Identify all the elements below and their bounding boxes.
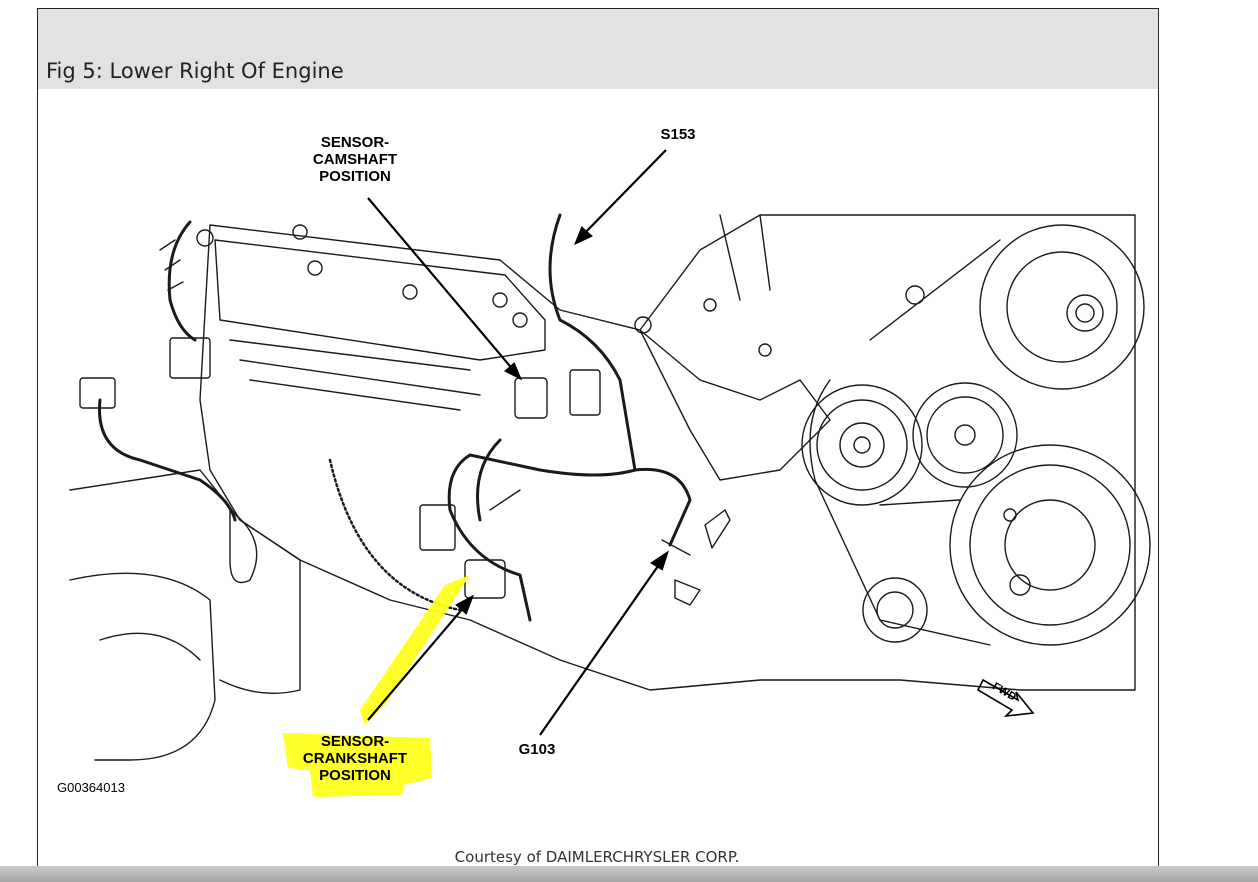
engine-block-outline bbox=[199, 214, 1136, 691]
label-g103: G103 bbox=[518, 741, 556, 758]
leader-crankshaft bbox=[367, 599, 471, 721]
leader-highlight bbox=[360, 575, 470, 725]
window-bottom-bar bbox=[0, 866, 1258, 882]
figure-id: G00364013 bbox=[57, 780, 125, 795]
bracket-connector bbox=[569, 369, 601, 416]
accessory-bracket bbox=[639, 329, 831, 481]
cover-bolts bbox=[196, 224, 925, 357]
flywheel-arc bbox=[328, 458, 462, 612]
tensioner-pulley bbox=[912, 382, 1018, 488]
arrowhead-camshaft bbox=[504, 362, 523, 381]
upper-radiator-pipe bbox=[719, 214, 771, 301]
cam-sensor-connector bbox=[514, 377, 548, 419]
idler-pulley bbox=[801, 384, 923, 506]
left-connector bbox=[79, 377, 116, 409]
courtesy-line: Courtesy of DAIMLERCHRYSLER CORP. bbox=[454, 848, 740, 866]
arrowhead-g103 bbox=[649, 550, 669, 571]
leader-s153 bbox=[577, 149, 667, 241]
water-pump-pulley bbox=[949, 444, 1151, 646]
label-crankshaft-sensor: SENSOR- CRANKSHAFT POSITION bbox=[302, 733, 408, 784]
sensor-stud bbox=[489, 489, 731, 549]
crank-pulley bbox=[979, 224, 1145, 390]
lower-hose bbox=[69, 572, 216, 761]
label-s153: S153 bbox=[660, 126, 696, 143]
label-camshaft-sensor: SENSOR- CAMSHAFT POSITION bbox=[312, 134, 398, 185]
harness-branch bbox=[476, 438, 692, 547]
upper-left-connector bbox=[169, 337, 211, 379]
leader-camshaft bbox=[367, 197, 521, 379]
thermostat-housing bbox=[862, 577, 928, 643]
manifold-lines bbox=[229, 339, 481, 411]
leader-g103 bbox=[539, 555, 666, 736]
valve-cover-edge bbox=[214, 239, 546, 361]
engine-diagram bbox=[69, 149, 1151, 797]
ground-eyelet bbox=[661, 539, 701, 606]
left-clamp bbox=[159, 239, 184, 291]
intake-duct bbox=[69, 469, 301, 694]
